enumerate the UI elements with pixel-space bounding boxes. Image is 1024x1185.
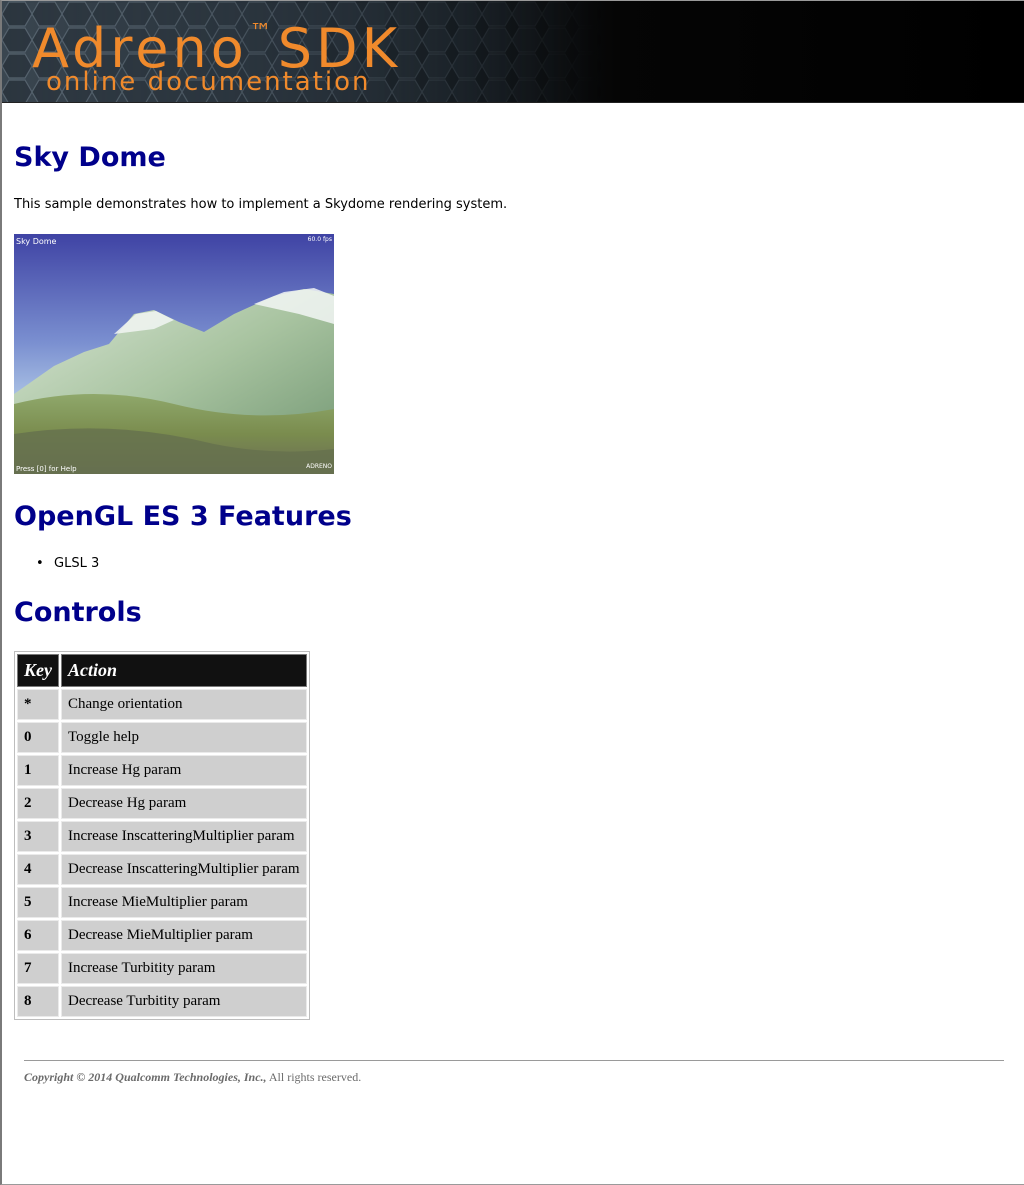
table-row: 3 Increase InscatteringMultiplier param bbox=[17, 821, 307, 852]
control-action-cell: Increase MieMultiplier param bbox=[61, 887, 307, 918]
page-title: Sky Dome bbox=[14, 142, 166, 173]
control-action-cell: Increase InscatteringMultiplier param bbox=[61, 821, 307, 852]
footer-divider bbox=[24, 1060, 1004, 1061]
table-row: 7 Increase Turbitity param bbox=[17, 953, 307, 984]
control-action-cell: Change orientation bbox=[61, 689, 307, 720]
table-row: * Change orientation bbox=[17, 689, 307, 720]
control-key-cell: 8 bbox=[17, 986, 59, 1017]
control-key-cell: 5 bbox=[17, 887, 59, 918]
control-action-cell: Decrease InscatteringMultiplier param bbox=[61, 854, 307, 885]
control-key-cell: 1 bbox=[17, 755, 59, 786]
controls-table-body: * Change orientation 0 Toggle help 1 Increase… bbox=[17, 689, 307, 1017]
overlay-fps: 60.0 fps bbox=[308, 236, 332, 243]
table-header-row: Key Action bbox=[17, 654, 307, 687]
controls-heading: Controls bbox=[14, 597, 142, 628]
overlay-logo: ADRENO bbox=[306, 463, 332, 470]
footer-rights: All rights reserved. bbox=[268, 1070, 362, 1084]
features-list: GLSL 3 bbox=[36, 556, 99, 571]
control-key-cell: 4 bbox=[17, 854, 59, 885]
control-key-cell: 6 bbox=[17, 920, 59, 951]
table-row: 0 Toggle help bbox=[17, 722, 307, 753]
controls-table: Key Action * Change orientation 0 Toggle he… bbox=[14, 651, 310, 1020]
table-row: 4 Decrease InscatteringMultiplier param bbox=[17, 854, 307, 885]
control-key-cell: 2 bbox=[17, 788, 59, 819]
control-action-cell: Increase Hg param bbox=[61, 755, 307, 786]
banner-subtitle: online documentation bbox=[46, 67, 371, 97]
column-header-action: Action bbox=[61, 654, 307, 687]
overlay-help: Press [0] for Help bbox=[16, 465, 77, 473]
control-action-cell: Decrease Turbitity param bbox=[61, 986, 307, 1017]
table-row: 5 Increase MieMultiplier param bbox=[17, 887, 307, 918]
header-banner: Adreno™ SDK online documentation bbox=[2, 1, 1024, 103]
page-frame: Adreno™ SDK online documentation Sky Dome… bbox=[0, 0, 1024, 1185]
control-action-cell: Increase Turbitity param bbox=[61, 953, 307, 984]
control-key-cell: 0 bbox=[17, 722, 59, 753]
control-key-cell: * bbox=[17, 689, 59, 720]
column-header-key: Key bbox=[17, 654, 59, 687]
table-row: 1 Increase Hg param bbox=[17, 755, 307, 786]
table-row: 8 Decrease Turbitity param bbox=[17, 986, 307, 1017]
features-heading: OpenGL ES 3 Features bbox=[14, 501, 352, 532]
overlay-title: Sky Dome bbox=[16, 237, 57, 246]
control-action-cell: Toggle help bbox=[61, 722, 307, 753]
table-row: 2 Decrease Hg param bbox=[17, 788, 307, 819]
sky-dome-screenshot: Sky Dome 60.0 fps Press [0] for Help ADR… bbox=[14, 234, 334, 474]
control-action-cell: Decrease MieMultiplier param bbox=[61, 920, 307, 951]
page-description: This sample demonstrates how to implemen… bbox=[14, 197, 508, 212]
control-action-cell: Decrease Hg param bbox=[61, 788, 307, 819]
footer-copyright: Copyright © 2014 Qualcomm Technologies, … bbox=[24, 1070, 361, 1085]
footer-company: Copyright © 2014 Qualcomm Technologies, … bbox=[24, 1070, 267, 1084]
table-row: 6 Decrease MieMultiplier param bbox=[17, 920, 307, 951]
feature-list-item: GLSL 3 bbox=[36, 556, 99, 571]
trademark-symbol: ™ bbox=[249, 20, 272, 45]
control-key-cell: 3 bbox=[17, 821, 59, 852]
control-key-cell: 7 bbox=[17, 953, 59, 984]
